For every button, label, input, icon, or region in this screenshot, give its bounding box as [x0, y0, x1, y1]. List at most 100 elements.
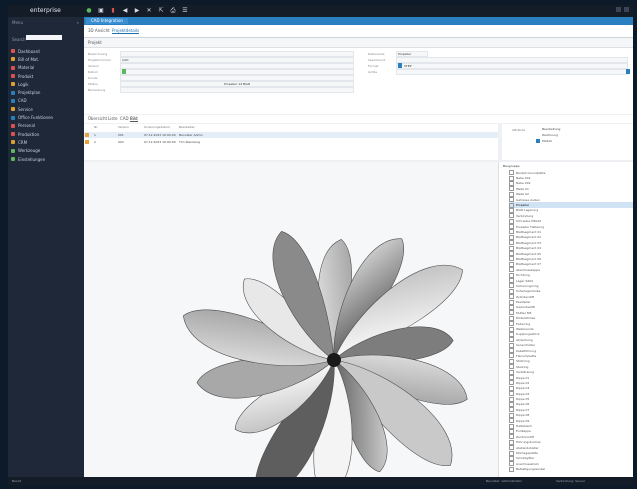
tree-checkbox-icon[interactable] — [509, 434, 514, 440]
tree-checkbox-icon[interactable] — [509, 342, 514, 348]
tree-checkbox-icon[interactable] — [509, 234, 514, 240]
tree-checkbox-icon[interactable] — [509, 380, 514, 386]
tree-checkbox-icon[interactable] — [509, 240, 514, 246]
tree-checkbox-icon[interactable] — [509, 428, 514, 434]
tree-checkbox-icon[interactable] — [509, 461, 514, 467]
tree-checkbox-icon[interactable] — [509, 207, 514, 213]
forward-icon[interactable]: ▶ — [134, 7, 140, 14]
tree-checkbox-icon[interactable] — [509, 175, 514, 181]
tree-checkbox-icon[interactable] — [509, 272, 514, 278]
browse-button[interactable] — [626, 69, 630, 74]
tree-checkbox-icon[interactable] — [509, 213, 514, 219]
tree-checkbox-icon[interactable] — [509, 358, 514, 364]
tools-icon[interactable]: ✕ — [146, 7, 152, 14]
tab-cad-integration[interactable]: CAD Integration — [86, 18, 128, 24]
tree-checkbox-icon[interactable] — [509, 445, 514, 451]
subtab-project-details[interactable]: Projektdetails — [112, 28, 140, 34]
save-icon[interactable]: ▣ — [98, 7, 104, 14]
tree-checkbox-icon[interactable] — [509, 423, 514, 429]
tree-checkbox-icon[interactable] — [509, 450, 514, 456]
sidebar-item[interactable]: Logik — [11, 80, 81, 88]
tree-item[interactable]: Befestigungswinkel — [509, 466, 633, 472]
tree-checkbox-icon[interactable] — [509, 224, 514, 230]
tree-checkbox-icon[interactable] — [509, 331, 514, 337]
export-icon[interactable]: ⇱ — [158, 7, 164, 14]
sidebar-item[interactable]: CAD — [11, 97, 81, 105]
tab-list[interactable]: Liste — [108, 116, 117, 121]
tree-checkbox-icon[interactable] — [509, 353, 514, 359]
print-icon[interactable]: ⎙ — [170, 7, 176, 14]
delete-icon[interactable]: ▮ — [110, 7, 116, 14]
tree-checkbox-icon[interactable] — [509, 321, 514, 327]
tree-checkbox-icon[interactable] — [509, 278, 514, 283]
3d-viewer[interactable] — [84, 162, 498, 485]
tree-checkbox-icon[interactable] — [509, 304, 514, 310]
tree-checkbox-icon[interactable] — [509, 364, 514, 370]
subtab-3d-view[interactable]: 3D Ansicht — [88, 28, 110, 33]
tree-checkbox-icon[interactable] — [509, 267, 514, 273]
tab-overview[interactable]: Übersicht — [88, 116, 107, 121]
attribute-item[interactable]: Bearbeitung — [542, 127, 560, 131]
tree-checkbox-icon[interactable] — [509, 466, 514, 472]
tree-checkbox-icon[interactable] — [509, 385, 514, 391]
sidebar-item[interactable]: Bill of Mat. — [11, 55, 81, 63]
attribute-item[interactable]: Modell — [542, 139, 552, 143]
tree-checkbox-icon[interactable] — [509, 229, 514, 235]
tree-checkbox-icon[interactable] — [509, 299, 514, 305]
tree-checkbox-icon[interactable] — [509, 202, 514, 208]
tree-checkbox-icon[interactable] — [509, 401, 514, 407]
tree-root[interactable]: Baugruppe — [503, 164, 520, 168]
sidebar-item[interactable]: Personal — [11, 122, 81, 130]
tree-checkbox-icon[interactable] — [509, 439, 514, 445]
tree-checkbox-icon[interactable] — [509, 283, 514, 289]
tree-checkbox-icon[interactable] — [509, 197, 514, 203]
tree-checkbox-icon[interactable] — [509, 245, 514, 251]
user-icon[interactable] — [616, 7, 621, 12]
attribute-item[interactable]: Zeichnung — [542, 133, 558, 137]
tree-checkbox-icon[interactable] — [509, 180, 514, 186]
tree-checkbox-icon[interactable] — [509, 337, 514, 343]
sidebar-item[interactable]: Produktion — [11, 130, 81, 138]
remark-field[interactable] — [120, 87, 354, 93]
tab-cad[interactable]: CAD — [120, 116, 129, 121]
tree-checkbox-icon[interactable] — [509, 369, 514, 375]
collapse-icon[interactable]: « — [77, 20, 79, 25]
sidebar-item[interactable]: Office Funktionen — [11, 113, 81, 121]
tree-checkbox-icon[interactable] — [509, 315, 514, 321]
tree-checkbox-icon[interactable] — [509, 256, 514, 262]
sidebar-item[interactable]: Einstellungen — [11, 155, 81, 163]
sidebar-item[interactable]: CRM — [11, 138, 81, 146]
settings-icon[interactable] — [624, 7, 629, 12]
tree-checkbox-icon[interactable] — [509, 218, 514, 224]
menu-icon[interactable]: ☰ — [182, 7, 188, 14]
table-row[interactable]: 1 001 07.12.2023 10:00:00 Benutzer Admin — [84, 132, 498, 138]
tree-checkbox-icon[interactable] — [509, 191, 514, 197]
tree-checkbox-icon[interactable] — [509, 326, 514, 332]
table-row[interactable]: 2 002 07.12.2023 10:00:00 Tim Steinberg — [84, 139, 498, 145]
tree-checkbox-icon[interactable] — [509, 348, 514, 354]
tree-checkbox-icon[interactable] — [509, 294, 514, 300]
tree-checkbox-icon[interactable] — [509, 396, 514, 402]
tree-checkbox-icon[interactable] — [509, 186, 514, 192]
tree-checkbox-icon[interactable] — [509, 412, 514, 418]
back-icon[interactable]: ◀ — [122, 7, 128, 14]
tree-checkbox-icon[interactable] — [509, 455, 514, 461]
sidebar-item[interactable]: Dashboard — [11, 47, 81, 55]
tree-checkbox-icon[interactable] — [509, 418, 514, 424]
sidebar-item[interactable]: Projektplan — [11, 88, 81, 96]
tree-checkbox-icon[interactable] — [509, 288, 514, 294]
size-field[interactable] — [396, 69, 628, 75]
tree-checkbox-icon[interactable] — [509, 170, 514, 176]
sidebar-item[interactable]: Produkt — [11, 72, 81, 80]
tree-checkbox-icon[interactable] — [509, 310, 514, 316]
sidebar-search-input[interactable] — [26, 35, 62, 40]
tree-checkbox-icon[interactable] — [509, 261, 514, 267]
sidebar-item[interactable]: Material — [11, 64, 81, 72]
tree-checkbox-icon[interactable] — [509, 391, 514, 397]
tab-image[interactable]: Bild — [130, 116, 138, 122]
sidebar-item[interactable]: Service — [11, 105, 81, 113]
tree-checkbox-icon[interactable] — [509, 251, 514, 257]
sidebar-item[interactable]: Werkzeuge — [11, 147, 81, 155]
tree-checkbox-icon[interactable] — [509, 407, 514, 413]
tree-checkbox-icon[interactable] — [509, 375, 514, 381]
